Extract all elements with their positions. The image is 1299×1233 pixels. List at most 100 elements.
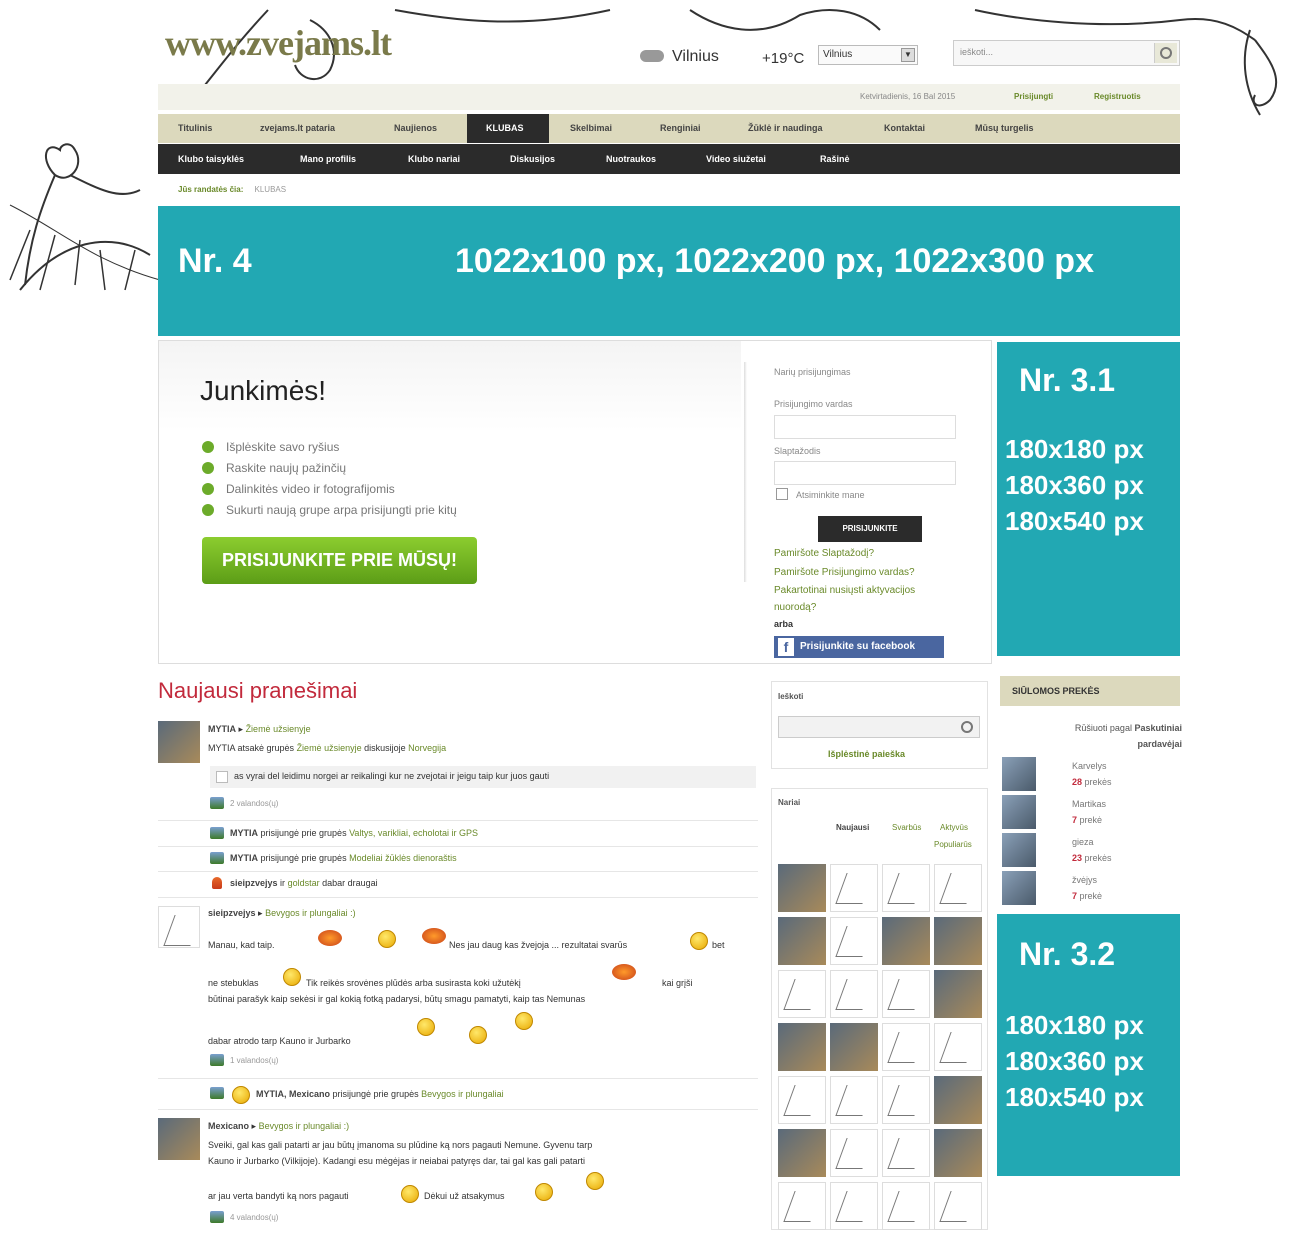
nav-item-kontaktai[interactable]: Kontaktai — [884, 123, 925, 133]
avatar[interactable] — [158, 906, 200, 948]
member-avatar[interactable] — [882, 970, 930, 1018]
member-avatar[interactable] — [830, 864, 878, 912]
feed-user[interactable]: MYTIA — [208, 724, 236, 734]
subnav-diskusijos[interactable]: Diskusijos — [510, 154, 555, 164]
feed-user[interactable]: Mexicano — [208, 1121, 249, 1131]
feed-group-link[interactable]: Žiemė užsienyje — [297, 743, 362, 753]
facebook-login-button[interactable]: f Prisijunkite su facebook — [774, 636, 944, 658]
search-button[interactable] — [1154, 43, 1177, 63]
subnav-taisykles[interactable]: Klubo taisyklės — [178, 154, 244, 164]
member-avatar[interactable] — [778, 970, 826, 1018]
site-logo[interactable]: www.zvejams.lt — [165, 22, 392, 64]
forgot-username-link[interactable]: Pamiršote Prisijungimo vardas? — [774, 567, 915, 578]
nav-item-renginiai[interactable]: Renginiai — [660, 123, 701, 133]
member-avatar[interactable] — [778, 917, 826, 965]
member-avatar[interactable] — [778, 1129, 826, 1177]
member-avatar[interactable] — [882, 1023, 930, 1071]
sort-option-2[interactable]: pardavėjai — [1137, 739, 1182, 749]
member-avatar[interactable] — [934, 1129, 982, 1177]
member-avatar[interactable] — [778, 1023, 826, 1071]
member-avatar[interactable] — [882, 1129, 930, 1177]
product-thumbnail[interactable] — [1002, 795, 1036, 829]
resend-activation-link[interactable]: Pakartotinai nusiųsti aktyvacijos — [774, 585, 915, 596]
ad-sidebar-bottom[interactable]: Nr. 3.2 180x180 px 180x360 px 180x540 px — [997, 914, 1180, 1176]
member-avatar[interactable] — [882, 917, 930, 965]
member-avatar[interactable] — [830, 1076, 878, 1124]
feed-user[interactable]: MYTIA — [230, 853, 258, 863]
feed-user[interactable]: sieipzvejys — [230, 878, 278, 888]
remember-checkbox[interactable] — [776, 488, 788, 500]
member-avatar[interactable] — [882, 864, 930, 912]
tab-naujausi[interactable]: Naujausi — [836, 823, 869, 832]
member-avatar[interactable] — [934, 1076, 982, 1124]
product-item[interactable]: žvėjys 7 prekė — [1072, 872, 1102, 904]
tab-svarbus[interactable]: Svarbūs — [892, 823, 921, 832]
member-avatar[interactable] — [934, 1023, 982, 1071]
product-item[interactable]: Karvelys 28 prekės — [1072, 758, 1112, 790]
feed-group-link[interactable]: Bevygos ir plungaliai — [421, 1089, 504, 1099]
tab-populiarus[interactable]: Populiarūs — [934, 840, 972, 849]
member-avatar[interactable] — [830, 970, 878, 1018]
feed-group-link[interactable]: Žiemė užsienyje — [246, 724, 311, 734]
login-submit-button[interactable]: PRISIJUNKITE — [818, 516, 922, 542]
side-search-input[interactable] — [778, 716, 980, 738]
advanced-search-link[interactable]: Išplėstinė paieška — [828, 749, 905, 759]
member-avatar[interactable] — [934, 970, 982, 1018]
product-thumbnail[interactable] — [1002, 833, 1036, 867]
member-avatar[interactable] — [934, 864, 982, 912]
product-item[interactable]: Martikas 7 prekė — [1072, 796, 1106, 828]
resend-activation-link-2[interactable]: nuorodą? — [774, 602, 816, 613]
nav-item-turgelis[interactable]: Mūsų turgelis — [975, 123, 1034, 133]
nav-item-naujienos[interactable]: Naujienos — [394, 123, 437, 133]
sort-option[interactable]: Paskutiniai — [1134, 723, 1182, 733]
feed-user[interactable]: MYTIA, Mexicano — [256, 1089, 330, 1099]
join-button[interactable]: PRISIJUNKITE PRIE MŪSŲ! — [202, 537, 477, 584]
feed-user[interactable]: MYTIA — [230, 828, 258, 838]
ad-banner-top[interactable]: Nr. 4 1022x100 px, 1022x200 px, 1022x300… — [158, 206, 1180, 336]
avatar[interactable] — [158, 721, 200, 763]
product-thumbnail[interactable] — [1002, 757, 1036, 791]
subnav-nuotraukos[interactable]: Nuotraukos — [606, 154, 656, 164]
member-avatar[interactable] — [830, 1182, 878, 1230]
subnav-nariai[interactable]: Klubo nariai — [408, 154, 460, 164]
ad-sidebar-top[interactable]: Nr. 3.1 180x180 px 180x360 px 180x540 px — [997, 342, 1180, 656]
feed-group-link[interactable]: Bevygos ir plungaliai :) — [265, 908, 356, 918]
member-avatar[interactable] — [882, 1182, 930, 1230]
city-select[interactable]: Vilnius ▼ — [818, 45, 918, 65]
tab-aktyvus[interactable]: Aktyvūs — [940, 823, 968, 832]
register-link[interactable]: Registruotis — [1094, 92, 1141, 101]
feed-user[interactable]: sieipzvejys — [208, 908, 256, 918]
nav-item-skelbimai[interactable]: Skelbimai — [570, 123, 612, 133]
feed-friend-link[interactable]: goldstar — [288, 878, 320, 888]
product-thumbnail[interactable] — [1002, 871, 1036, 905]
product-item[interactable]: gieza 23 prekės — [1072, 834, 1112, 866]
subnav-video[interactable]: Video siužetai — [706, 154, 766, 164]
feed-group-link[interactable]: Modeliai žūklės dienoraštis — [349, 853, 457, 863]
member-avatar[interactable] — [830, 1129, 878, 1177]
feed-group-link[interactable]: Valtys, varikliai, echolotai ir GPS — [349, 828, 478, 838]
member-avatar[interactable] — [778, 864, 826, 912]
member-avatar[interactable] — [778, 1182, 826, 1230]
member-avatar[interactable] — [934, 1182, 982, 1230]
subnav-profilis[interactable]: Mano profilis — [300, 154, 356, 164]
nav-item-zukle[interactable]: Žūklė ir naudinga — [748, 123, 823, 133]
feed-group-link[interactable]: Bevygos ir plungaliai :) — [259, 1121, 350, 1131]
nav-item-titulinis[interactable]: Titulinis — [178, 123, 212, 133]
login-link[interactable]: Prisijungti — [1014, 92, 1053, 101]
password-field[interactable] — [774, 461, 956, 485]
member-avatar[interactable] — [934, 917, 982, 965]
feed-discussion-link[interactable]: Norvegija — [408, 743, 446, 753]
search-input[interactable]: ieškoti... — [953, 40, 1180, 66]
username-field[interactable] — [774, 415, 956, 439]
search-icon[interactable] — [961, 721, 973, 733]
member-avatar[interactable] — [830, 917, 878, 965]
nav-item-pataria[interactable]: zvejams.lt pataria — [260, 123, 335, 133]
nav-item-klubas[interactable]: KLUBAS — [486, 123, 524, 133]
avatar[interactable] — [158, 1118, 200, 1160]
member-avatar[interactable] — [778, 1076, 826, 1124]
forgot-password-link[interactable]: Pamiršote Slaptažodį? — [774, 548, 874, 559]
member-avatar[interactable] — [830, 1023, 878, 1071]
breadcrumb-current[interactable]: KLUBAS — [255, 185, 287, 194]
subnav-rasine[interactable]: Rašinė — [820, 154, 850, 164]
member-avatar[interactable] — [882, 1076, 930, 1124]
